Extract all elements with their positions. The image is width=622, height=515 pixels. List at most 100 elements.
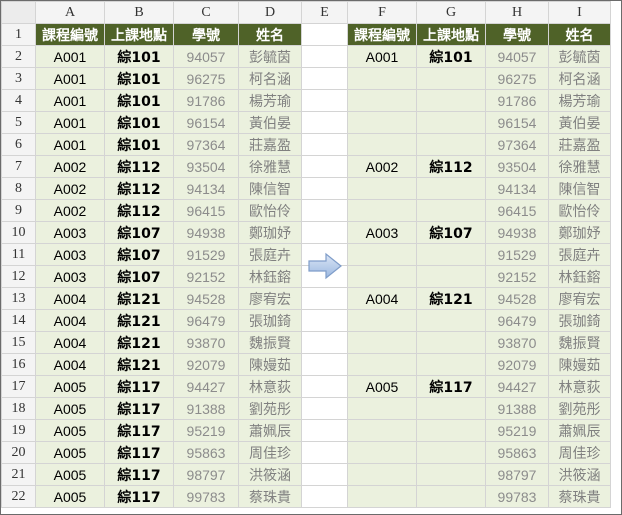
cell-name[interactable]: 蕭姵辰	[238, 419, 302, 442]
cell-name[interactable]: 彭毓茵	[548, 45, 611, 68]
cell-location[interactable]	[416, 67, 486, 90]
cell-course-code[interactable]: A003	[35, 243, 105, 266]
cell-course-code[interactable]: A005	[35, 463, 105, 486]
cell-course-code[interactable]: A001	[35, 111, 105, 134]
cell-student-id[interactable]: 94938	[485, 221, 549, 244]
empty-cell[interactable]	[301, 23, 348, 46]
row-number[interactable]: 21	[1, 463, 36, 486]
header-name[interactable]: 姓名	[548, 23, 611, 46]
cell-name[interactable]: 張庭卉	[238, 243, 302, 266]
cell-location[interactable]	[416, 441, 486, 464]
cell-location[interactable]: 綜121	[104, 353, 174, 376]
cell-student-id[interactable]: 94427	[173, 375, 239, 398]
row-number[interactable]: 15	[1, 331, 36, 354]
cell-course-code[interactable]	[347, 441, 417, 464]
empty-cell[interactable]	[301, 45, 348, 68]
cell-name[interactable]: 陳嫚茹	[548, 353, 611, 376]
cell-location[interactable]: 綜101	[104, 89, 174, 112]
cell-name[interactable]: 黃伯晏	[238, 111, 302, 134]
cell-student-id[interactable]: 94057	[173, 45, 239, 68]
cell-student-id[interactable]: 96275	[173, 67, 239, 90]
cell-student-id[interactable]: 97364	[485, 133, 549, 156]
cell-course-code[interactable]: A002	[35, 177, 105, 200]
cell-name[interactable]: 劉苑彤	[548, 397, 611, 420]
cell-name[interactable]: 彭毓茵	[238, 45, 302, 68]
cell-name[interactable]: 陳嫚茹	[238, 353, 302, 376]
cell-name[interactable]: 張珈錡	[238, 309, 302, 332]
cell-location[interactable]: 綜107	[104, 265, 174, 288]
empty-cell[interactable]	[301, 67, 348, 90]
cell-student-id[interactable]: 99783	[485, 485, 549, 508]
cell-course-code[interactable]	[347, 177, 417, 200]
column-header-i[interactable]: I	[548, 1, 611, 24]
row-number[interactable]: 18	[1, 397, 36, 420]
row-number[interactable]: 17	[1, 375, 36, 398]
row-number[interactable]: 11	[1, 243, 36, 266]
cell-course-code[interactable]: A005	[35, 397, 105, 420]
row-number[interactable]: 9	[1, 199, 36, 222]
cell-location[interactable]: 綜117	[104, 375, 174, 398]
row-number[interactable]: 7	[1, 155, 36, 178]
header-course-code[interactable]: 課程編號	[347, 23, 417, 46]
empty-cell[interactable]	[301, 441, 348, 464]
cell-course-code[interactable]: A003	[35, 265, 105, 288]
empty-cell[interactable]	[301, 199, 348, 222]
cell-course-code[interactable]: A002	[347, 155, 417, 178]
cell-name[interactable]: 莊嘉盈	[238, 133, 302, 156]
cell-course-code[interactable]: A001	[347, 45, 417, 68]
cell-name[interactable]: 蔡珠貴	[548, 485, 611, 508]
cell-course-code[interactable]: A004	[35, 309, 105, 332]
header-location[interactable]: 上課地點	[104, 23, 174, 46]
cell-course-code[interactable]	[347, 419, 417, 442]
cell-student-id[interactable]: 92152	[485, 265, 549, 288]
empty-cell[interactable]	[301, 309, 348, 332]
cell-course-code[interactable]: A001	[35, 67, 105, 90]
cell-location[interactable]: 綜112	[104, 199, 174, 222]
empty-cell[interactable]	[301, 155, 348, 178]
empty-cell[interactable]	[301, 463, 348, 486]
cell-location[interactable]: 綜112	[416, 155, 486, 178]
cell-location[interactable]: 綜101	[104, 111, 174, 134]
cell-location[interactable]	[416, 331, 486, 354]
cell-course-code[interactable]: A001	[35, 133, 105, 156]
cell-name[interactable]: 張珈錡	[548, 309, 611, 332]
cell-student-id[interactable]: 96154	[173, 111, 239, 134]
cell-course-code[interactable]	[347, 67, 417, 90]
cell-location[interactable]	[416, 133, 486, 156]
cell-location[interactable]	[416, 265, 486, 288]
column-header-b[interactable]: B	[104, 1, 174, 24]
column-header-c[interactable]: C	[173, 1, 239, 24]
cell-name[interactable]: 林鈺鎔	[238, 265, 302, 288]
cell-course-code[interactable]: A002	[35, 199, 105, 222]
cell-name[interactable]: 歐怡伶	[238, 199, 302, 222]
column-header-h[interactable]: H	[485, 1, 549, 24]
cell-student-id[interactable]: 92079	[485, 353, 549, 376]
cell-student-id[interactable]: 94134	[173, 177, 239, 200]
cell-course-code[interactable]	[347, 243, 417, 266]
cell-name[interactable]: 魏振賢	[548, 331, 611, 354]
cell-student-id[interactable]: 98797	[485, 463, 549, 486]
cell-name[interactable]: 陳信智	[238, 177, 302, 200]
cell-location[interactable]	[416, 199, 486, 222]
cell-location[interactable]	[416, 419, 486, 442]
cell-name[interactable]: 柯名涵	[238, 67, 302, 90]
cell-name[interactable]: 蕭姵辰	[548, 419, 611, 442]
cell-course-code[interactable]: A004	[35, 353, 105, 376]
select-all-corner[interactable]	[1, 1, 36, 24]
empty-cell[interactable]	[301, 419, 348, 442]
column-header-f[interactable]: F	[347, 1, 417, 24]
cell-name[interactable]: 徐雅慧	[238, 155, 302, 178]
cell-location[interactable]: 綜101	[104, 133, 174, 156]
row-number[interactable]: 16	[1, 353, 36, 376]
cell-student-id[interactable]: 93504	[173, 155, 239, 178]
cell-student-id[interactable]: 99783	[173, 485, 239, 508]
column-header-a[interactable]: A	[35, 1, 105, 24]
cell-student-id[interactable]: 91388	[173, 397, 239, 420]
cell-location[interactable]	[416, 485, 486, 508]
cell-name[interactable]: 廖宥宏	[238, 287, 302, 310]
cell-student-id[interactable]: 95863	[485, 441, 549, 464]
column-header-g[interactable]: G	[416, 1, 486, 24]
cell-name[interactable]: 陳信智	[548, 177, 611, 200]
row-number[interactable]: 13	[1, 287, 36, 310]
cell-location[interactable]: 綜101	[104, 45, 174, 68]
